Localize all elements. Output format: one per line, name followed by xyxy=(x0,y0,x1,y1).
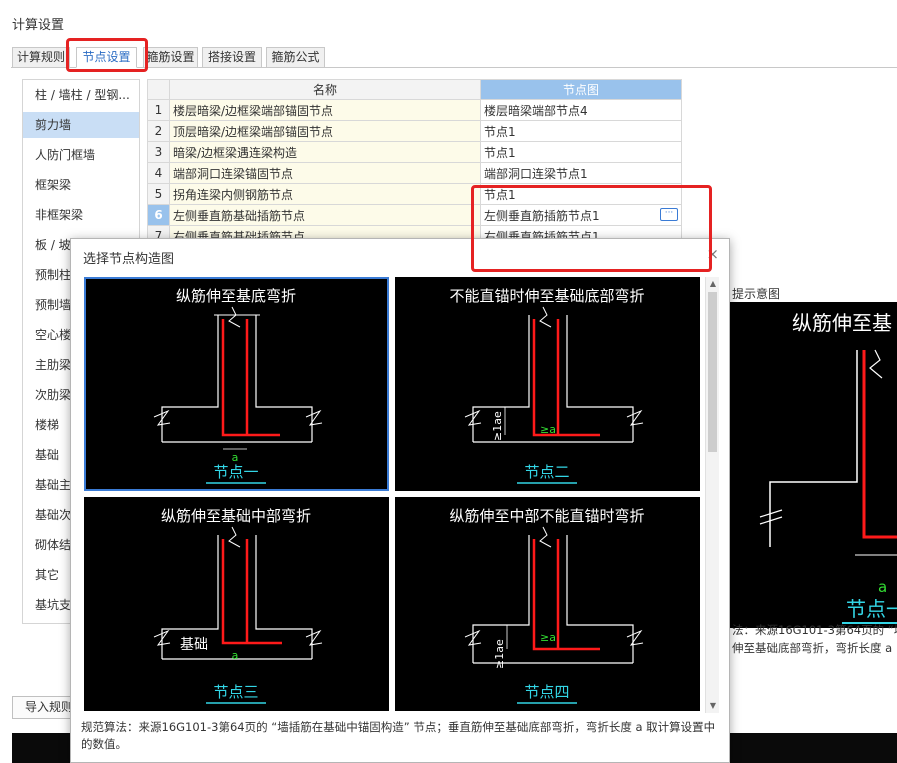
node-1-label: 节点一 xyxy=(213,463,258,481)
node-4-title: 纵筋伸至中部不能直锚时弯折 xyxy=(449,507,644,525)
node-option-3[interactable]: 纵筋伸至基础中部弯折 基础 a 节点三 xyxy=(84,497,389,711)
row-name-cell: 顶层暗梁/边框梁端部锚固节点 xyxy=(169,120,481,142)
window-title: 计算设置 xyxy=(12,18,65,33)
table-row[interactable]: 1 楼层暗梁/边框梁端部锚固节点 楼层暗梁端部节点4 xyxy=(147,99,682,121)
node-3-drawing: 纵筋伸至基础中部弯折 基础 a 节点三 xyxy=(153,507,323,704)
preview-panel: 提示意图 纵筋伸至基 a 节点一 法：来源16G101-3第64页的 “墙 伸至… xyxy=(730,283,897,655)
column-header-node[interactable]: 节点图 xyxy=(480,79,682,100)
node-option-4[interactable]: 纵筋伸至中部不能直锚时弯折 ≥1ae ≥a 节点四 xyxy=(395,497,700,711)
node-option-1[interactable]: 纵筋伸至基底弯折 a 节点一 xyxy=(84,277,389,491)
tab-calc-rules[interactable]: 计算规则 xyxy=(12,47,70,68)
table-row[interactable]: 3 暗梁/边框梁遇连梁构造 节点1 xyxy=(147,141,682,163)
row-number-header xyxy=(147,79,170,100)
scroll-down-arrow-icon[interactable]: ▼ xyxy=(706,699,720,713)
node-2-dim: ≥a xyxy=(540,423,556,436)
preview-desc-line-1: 法：来源16G101-3第64页的 “墙 xyxy=(732,623,897,637)
node-1-title: 纵筋伸至基底弯折 xyxy=(176,287,296,305)
tab-stirrup-settings[interactable]: 箍筋设置 xyxy=(143,47,198,68)
node-4-label: 节点四 xyxy=(524,683,569,701)
sidebar-item-shear-wall[interactable]: 剪力墙 xyxy=(23,112,139,138)
row-node-cell[interactable]: 端部洞口连梁节点1 xyxy=(480,162,682,184)
highlight-node-cell-box xyxy=(471,185,712,272)
table-header-row: 名称 节点图 xyxy=(147,79,682,100)
node-2-title: 不能直锚时伸至基础底部弯折 xyxy=(449,287,644,305)
preview-dim-label: a xyxy=(878,578,887,596)
dialog-description: 规范算法：来源16G101-3第64页的 “墙插筋在基础中锚固构造” 节点；垂直… xyxy=(81,720,716,751)
sidebar-item-non-frame-beam[interactable]: 非框架梁 xyxy=(23,202,139,228)
dialog-title: 选择节点构造图 xyxy=(83,252,175,267)
table-row[interactable]: 4 端部洞口连梁锚固节点 端部洞口连梁节点1 xyxy=(147,162,682,184)
sidebar-item-frame-beam[interactable]: 框架梁 xyxy=(23,172,139,198)
node-1-drawing: 纵筋伸至基底弯折 a 节点一 xyxy=(153,287,323,484)
dialog-scrollbar[interactable]: ▲ ▼ xyxy=(705,277,719,713)
row-name-cell: 拐角连梁内侧钢筋节点 xyxy=(169,183,481,205)
row-name-cell: 左侧垂直筋基础插筋节点 xyxy=(169,204,481,226)
table-row[interactable]: 2 顶层暗梁/边框梁端部锚固节点 节点1 xyxy=(147,120,682,142)
row-number: 3 xyxy=(147,141,170,163)
row-number: 5 xyxy=(147,183,170,205)
node-3-dim: a xyxy=(232,649,239,662)
preview-description: 法：来源16G101-3第64页的 “墙 伸至基础底部弯折，弯折长度 a xyxy=(732,621,897,657)
preview-node-label: 节点一 xyxy=(846,597,897,621)
preview-label: 提示意图 xyxy=(732,287,781,301)
preview-drawing: 纵筋伸至基 a 节点一 xyxy=(759,311,897,624)
node-3-label: 节点三 xyxy=(213,683,258,701)
sidebar-item-civil-defense-door[interactable]: 人防门框墙 xyxy=(23,142,139,168)
node-4-lae: ≥1ae xyxy=(493,639,506,669)
preview-title: 纵筋伸至基 xyxy=(792,311,892,335)
preview-desc-line-2: 伸至基础底部弯折，弯折长度 a xyxy=(732,641,893,655)
select-node-dialog: 选择节点构造图 × 纵筋伸至基底弯折 a 节点一 不能直锚时伸至基础底部弯折 ≥… xyxy=(70,238,730,763)
node-2-lae: ≥1ae xyxy=(491,411,504,441)
row-name-cell: 楼层暗梁/边框梁端部锚固节点 xyxy=(169,99,481,121)
row-number: 2 xyxy=(147,120,170,142)
preview-canvas: 纵筋伸至基 a 节点一 xyxy=(730,302,897,628)
highlight-tab-box xyxy=(66,38,148,72)
node-2-label: 节点二 xyxy=(524,463,569,481)
row-name-cell: 端部洞口连梁锚固节点 xyxy=(169,162,481,184)
node-2-drawing: 不能直锚时伸至基础底部弯折 ≥1ae ≥a 节点二 xyxy=(449,287,645,484)
row-number: 6 xyxy=(147,204,170,226)
node-4-drawing: 纵筋伸至中部不能直锚时弯折 ≥1ae ≥a 节点四 xyxy=(449,507,645,704)
node-3-title: 纵筋伸至基础中部弯折 xyxy=(161,507,311,525)
row-name-cell: 暗梁/边框梁遇连梁构造 xyxy=(169,141,481,163)
sidebar-item-column[interactable]: 柱 / 墙柱 / 型钢... xyxy=(23,82,139,108)
row-number: 1 xyxy=(147,99,170,121)
node-3-foundation: 基础 xyxy=(180,636,208,653)
tab-stirrup-formula[interactable]: 箍筋公式 xyxy=(266,47,325,68)
node-option-2[interactable]: 不能直锚时伸至基础底部弯折 ≥1ae ≥a 节点二 xyxy=(395,277,700,491)
row-node-cell[interactable]: 楼层暗梁端部节点4 xyxy=(480,99,682,121)
scrollbar-thumb[interactable] xyxy=(708,292,717,452)
column-header-name[interactable]: 名称 xyxy=(169,79,481,100)
row-number: 4 xyxy=(147,162,170,184)
node-4-dim: ≥a xyxy=(540,631,556,644)
row-node-cell[interactable]: 节点1 xyxy=(480,141,682,163)
row-node-cell[interactable]: 节点1 xyxy=(480,120,682,142)
tab-lap-settings[interactable]: 搭接设置 xyxy=(202,47,262,68)
scroll-up-arrow-icon[interactable]: ▲ xyxy=(706,277,720,291)
calc-settings-window: 计算设置 计算规则 节点设置 箍筋设置 搭接设置 箍筋公式 柱 / 墙柱 / 型… xyxy=(0,0,897,763)
